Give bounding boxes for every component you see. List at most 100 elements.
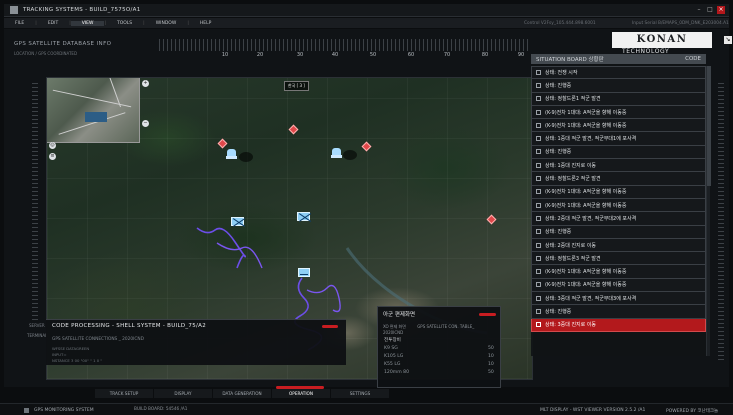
- minimize-icon[interactable]: –: [695, 6, 703, 14]
- row-checkbox[interactable]: [536, 255, 541, 261]
- tab-data-generation[interactable]: DATA GENERATION: [213, 389, 271, 398]
- console-line: INPUT=: [52, 352, 67, 357]
- ruler-label: 20: [256, 52, 264, 58]
- status-center: MLT DISPLAY - WST VIEWER VERSION 2.5.2 /…: [540, 408, 646, 413]
- row-checkbox[interactable]: [536, 82, 541, 88]
- situation-row[interactable]: 상태: 정찰드론3 적군 발견: [531, 252, 706, 266]
- tab-operation[interactable]: OPERATION: [272, 386, 330, 398]
- row-checkbox[interactable]: [536, 322, 541, 328]
- control-info: Control V2Fsy_105.444.898.6001: [524, 21, 596, 26]
- force-tab[interactable]: XO 편제 화면: [383, 324, 406, 329]
- situation-row[interactable]: 상태: 1중대 적군 발견, 적군부대1에 포사격: [531, 132, 706, 146]
- situation-header: SITUATION BOARD 상황판 CODE: [531, 54, 706, 64]
- window-title: TRACKING SYSTEMS - BUILD_7575O/A1: [23, 7, 141, 13]
- situation-code-label: CODE: [685, 56, 701, 62]
- ruler-label: 50: [369, 52, 377, 58]
- row-checkbox[interactable]: [536, 96, 541, 102]
- situation-row-label: 상태: 전쟁 시작: [545, 70, 578, 77]
- menu-file[interactable]: FILE: [4, 21, 35, 26]
- situation-row[interactable]: 상태: 진행중: [531, 225, 706, 239]
- situation-board: SITUATION BOARD 상황판 CODE 상태: 전쟁 시작상태: 진행…: [531, 54, 706, 356]
- force-panel-tabs: XO 편제 화면 GPS SATELLITE CON. TABLE_ 2020I…: [383, 324, 500, 335]
- situation-row[interactable]: 상태: 1중대 진지로 이동: [531, 159, 706, 173]
- menu-tools[interactable]: TOOLS: [106, 21, 143, 26]
- tab-settings[interactable]: SETTINGS: [331, 389, 389, 398]
- situation-row[interactable]: 상태: 2중대 적군 발견, 적군부대2에 포사격: [531, 212, 706, 226]
- situation-row-label: 상태: 1중대 적군 발견, 적군부대1에 포사격: [545, 136, 637, 143]
- row-checkbox[interactable]: [536, 229, 541, 235]
- tab-track-setup[interactable]: TRACK SETUP: [95, 389, 153, 398]
- situation-row[interactable]: (K-9)전차 1대대: A적군을 향해 이동중: [531, 278, 706, 293]
- situation-row-label: (K-9)전차 1대대: A적군을 향해 이동중: [545, 282, 627, 289]
- situation-row-label: 상태: 2중대 적군 발견, 적군부대2에 포사격: [545, 215, 637, 222]
- left-tick-scale: [32, 80, 38, 320]
- situation-row[interactable]: 상태: 진행중: [531, 305, 706, 319]
- situation-row-label: 상태: 3중대 적군 발견, 적군부대3에 포사격: [545, 295, 637, 302]
- code-processing-sub: GPS SATELLITE CONNECTIONS _ 2020ICND: [52, 337, 144, 342]
- situation-row-label: (K-9)전차 1대대: A적군을 향해 이동중: [545, 122, 627, 129]
- top-ruler: [159, 39, 529, 51]
- serial-info: Input Serial B/EMAPS_0DM_DNK_E203004.A1: [632, 21, 729, 26]
- situation-row-label: 상태: 정찰드론1 적군 발견: [545, 96, 601, 103]
- situation-row[interactable]: (K-9)전차 1대대: A적군을 향해 이동중: [531, 185, 706, 199]
- menu-view[interactable]: VIEW: [70, 20, 105, 26]
- code-processing-indicator: [322, 325, 338, 328]
- status-left: GPS MONITORING SYSTEM: [34, 408, 94, 413]
- code-processing-panel: CODE PROCESSING - SHELL SYSTEM - BUILD_7…: [46, 319, 346, 365]
- situation-row-label: 상태: 진행중: [545, 308, 572, 315]
- situation-row[interactable]: 상태: 3중대 적군 발견, 적군부대3에 포사격: [531, 292, 706, 306]
- situation-row[interactable]: (K-9)전차 1대대: A적군을 향해 이동중: [531, 198, 706, 213]
- situation-row[interactable]: (K-9)전차 1대대: A적군을 향해 이동중: [531, 105, 706, 120]
- row-checkbox[interactable]: [536, 282, 541, 288]
- row-checkbox[interactable]: [536, 202, 541, 208]
- ruler-label: 60: [407, 52, 415, 58]
- monitor-icon: [24, 408, 29, 413]
- row-checkbox[interactable]: [536, 189, 541, 195]
- row-checkbox[interactable]: [536, 215, 541, 221]
- situation-row[interactable]: 상태: 정찰드론1 적군 발견: [531, 92, 706, 106]
- console-line: NSTANCE 3 00 "00" " 1 0 ": [52, 358, 103, 363]
- window-titlebar: TRACKING SYSTEMS - BUILD_7575O/A1 – □ ×: [4, 4, 729, 17]
- situation-row[interactable]: 상태: 2중대 진지로 이동: [531, 238, 706, 253]
- situation-row[interactable]: 상태: 진행중: [531, 79, 706, 93]
- row-checkbox[interactable]: [536, 70, 541, 76]
- row-checkbox[interactable]: [536, 149, 541, 155]
- scrollbar-thumb[interactable]: [707, 66, 711, 186]
- situation-row-label: 상태: 진행중: [545, 229, 572, 236]
- equipment-heading: 전투장비: [384, 338, 401, 343]
- situation-row[interactable]: 상태: 전쟁 시작: [531, 66, 706, 80]
- situation-row-label: 상태: 진행중: [545, 149, 572, 156]
- situation-row-label: 상태: 정찰드론2 적군 발견: [545, 176, 601, 183]
- maximize-icon[interactable]: □: [706, 6, 714, 14]
- menu-window[interactable]: WINDOW: [145, 21, 188, 26]
- situation-row-label: (K-9)전차 1대대: A적군을 향해 이동중: [545, 269, 627, 276]
- row-checkbox[interactable]: [536, 176, 541, 182]
- situation-row[interactable]: 상태: 3중대 진지로 이동: [531, 318, 706, 332]
- situation-row[interactable]: 상태: 진행중: [531, 145, 706, 160]
- row-checkbox[interactable]: [536, 242, 541, 248]
- menu-help[interactable]: HELP: [189, 21, 222, 26]
- situation-scrollbar[interactable]: [706, 66, 711, 356]
- row-checkbox[interactable]: [536, 122, 541, 128]
- situation-row[interactable]: 상태: 정찰드론2 적군 발견: [531, 172, 706, 186]
- force-panel-indicator: [479, 313, 496, 316]
- situation-row-label: (K-9)전차 1대대: A적군을 향해 이동중: [545, 109, 627, 116]
- tab-display[interactable]: DISPLAY: [154, 389, 212, 398]
- ruler-label: 30: [296, 52, 304, 58]
- situation-row-label: (K-9)전차 1대대: A적군을 향해 이동중: [545, 202, 627, 209]
- database-info: GPS SATELLITE DATABASE INFO: [14, 41, 112, 47]
- row-checkbox[interactable]: [536, 295, 541, 301]
- location-info: LOCATION / GPS COORDINATED: [14, 51, 78, 56]
- row-checkbox[interactable]: [536, 162, 541, 168]
- status-right: POWERED BY 코난테크놀: [666, 409, 719, 414]
- row-checkbox[interactable]: [536, 308, 541, 314]
- logo-brand: KONAN: [612, 32, 712, 48]
- expand-icon[interactable]: ↘: [724, 36, 732, 44]
- close-icon[interactable]: ×: [717, 6, 725, 14]
- row-checkbox[interactable]: [536, 136, 541, 142]
- situation-row[interactable]: (K-9)전차 1대대: A적군을 향해 이동중: [531, 119, 706, 133]
- situation-row[interactable]: (K-9)전차 1대대: A적군을 향해 이동중: [531, 265, 706, 279]
- menu-edit[interactable]: EDIT: [37, 21, 69, 26]
- row-checkbox[interactable]: [536, 109, 541, 115]
- row-checkbox[interactable]: [536, 269, 541, 275]
